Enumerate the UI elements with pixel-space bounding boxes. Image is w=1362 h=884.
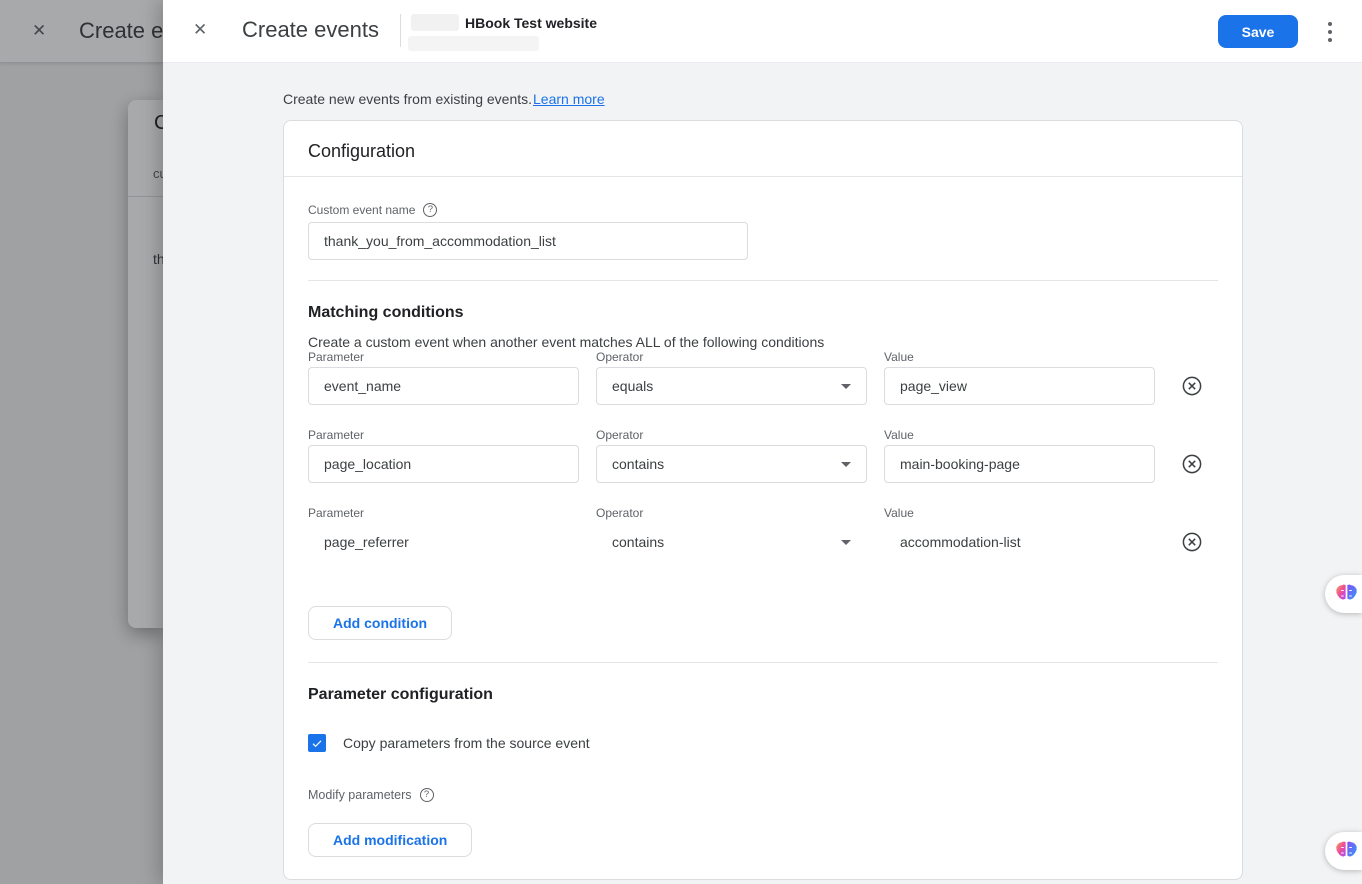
- configuration-card: Configuration Custom event name ? Matchi…: [283, 120, 1243, 880]
- redacted-account-name: [411, 14, 459, 31]
- parameter-label: Parameter: [308, 350, 579, 364]
- copy-parameters-checkbox[interactable]: [308, 734, 326, 752]
- condition-row: Parameter Operator Value contains: [308, 428, 1218, 483]
- value-input[interactable]: [900, 534, 1139, 550]
- condition-row: Parameter Operator Value contains: [308, 506, 1218, 561]
- panel-title: Create events: [242, 17, 379, 43]
- copy-parameters-row: Copy parameters from the source event: [308, 734, 1218, 752]
- copy-parameters-label: Copy parameters from the source event: [343, 735, 590, 751]
- value-field: [884, 523, 1155, 561]
- remove-condition-button[interactable]: [1179, 373, 1205, 399]
- brain-icon: [1335, 584, 1358, 605]
- divider: [400, 14, 401, 47]
- operator-value: equals: [612, 378, 653, 394]
- value-input[interactable]: [900, 378, 1139, 394]
- operator-select[interactable]: contains: [596, 445, 867, 483]
- redacted-property-id: [408, 36, 539, 51]
- custom-event-name-label: Custom event name: [308, 203, 415, 217]
- custom-event-name-field: [308, 222, 748, 260]
- circle-x-icon: [1180, 530, 1204, 554]
- brain-icon: [1335, 841, 1358, 862]
- property-name: HBook Test website: [465, 15, 597, 31]
- operator-value: contains: [612, 534, 664, 550]
- dropdown-caret-icon: [841, 540, 851, 545]
- remove-condition-button[interactable]: [1179, 451, 1205, 477]
- value-input[interactable]: [900, 456, 1139, 472]
- help-icon[interactable]: ?: [423, 203, 437, 217]
- remove-condition-button[interactable]: [1179, 529, 1205, 555]
- intro-text: Create new events from existing events.L…: [283, 91, 1362, 107]
- parameter-configuration-title: Parameter configuration: [308, 686, 1218, 703]
- parameter-input[interactable]: [324, 534, 563, 550]
- modal-scrim[interactable]: [0, 0, 163, 884]
- parameter-input[interactable]: [324, 456, 563, 472]
- custom-event-name-label-row: Custom event name ?: [308, 203, 1218, 217]
- parameter-label: Parameter: [308, 506, 579, 520]
- operator-value: contains: [612, 456, 664, 472]
- panel-body: Create new events from existing events.L…: [163, 63, 1362, 880]
- operator-select[interactable]: equals: [596, 367, 867, 405]
- circle-x-icon: [1180, 374, 1204, 398]
- configuration-title: Configuration: [284, 121, 1242, 177]
- add-modification-button[interactable]: Add modification: [308, 823, 472, 857]
- operator-select[interactable]: contains: [596, 523, 867, 561]
- parameter-label: Parameter: [308, 428, 579, 442]
- matching-conditions-section: Matching conditions Create a custom even…: [284, 281, 1242, 662]
- parameter-field: [308, 523, 579, 561]
- learn-more-link[interactable]: Learn more: [533, 91, 605, 107]
- modify-parameters-label-row: Modify parameters ?: [308, 788, 1218, 802]
- panel-header: ✕ Create events HBook Test website Save: [163, 0, 1362, 63]
- help-icon[interactable]: ?: [420, 788, 434, 802]
- matching-conditions-description: Create a custom event when another event…: [308, 335, 1218, 350]
- intro-sentence: Create new events from existing events.: [283, 91, 532, 107]
- value-field: [884, 445, 1155, 483]
- value-label: Value: [884, 506, 1155, 520]
- extension-pill[interactable]: [1325, 575, 1362, 613]
- matching-conditions-title: Matching conditions: [308, 304, 1218, 321]
- close-icon[interactable]: ✕: [193, 20, 207, 40]
- operator-label: Operator: [596, 506, 867, 520]
- kebab-menu-icon[interactable]: [1322, 22, 1338, 42]
- add-condition-button[interactable]: Add condition: [308, 606, 452, 640]
- parameter-field: [308, 445, 579, 483]
- value-label: Value: [884, 428, 1155, 442]
- value-label: Value: [884, 350, 1155, 364]
- operator-label: Operator: [596, 428, 867, 442]
- parameter-configuration-section: Parameter configuration Copy parameters …: [284, 663, 1242, 879]
- condition-row: Parameter Operator Value equals: [308, 350, 1218, 405]
- custom-event-name-section: Custom event name ?: [284, 177, 1242, 280]
- operator-label: Operator: [596, 350, 867, 364]
- extension-pill[interactable]: [1325, 832, 1362, 870]
- create-events-panel: ✕ Create events HBook Test website Save …: [163, 0, 1362, 884]
- parameter-input[interactable]: [324, 378, 563, 394]
- save-button[interactable]: Save: [1218, 15, 1298, 48]
- value-field: [884, 367, 1155, 405]
- circle-x-icon: [1180, 452, 1204, 476]
- dropdown-caret-icon: [841, 384, 851, 389]
- custom-event-name-input[interactable]: [324, 233, 732, 249]
- modify-parameters-label: Modify parameters: [308, 788, 412, 802]
- screen: ✕ Create e C cu th ✕ Create events HBook…: [0, 0, 1362, 884]
- dropdown-caret-icon: [841, 462, 851, 467]
- checkmark-icon: [310, 736, 324, 750]
- parameter-field: [308, 367, 579, 405]
